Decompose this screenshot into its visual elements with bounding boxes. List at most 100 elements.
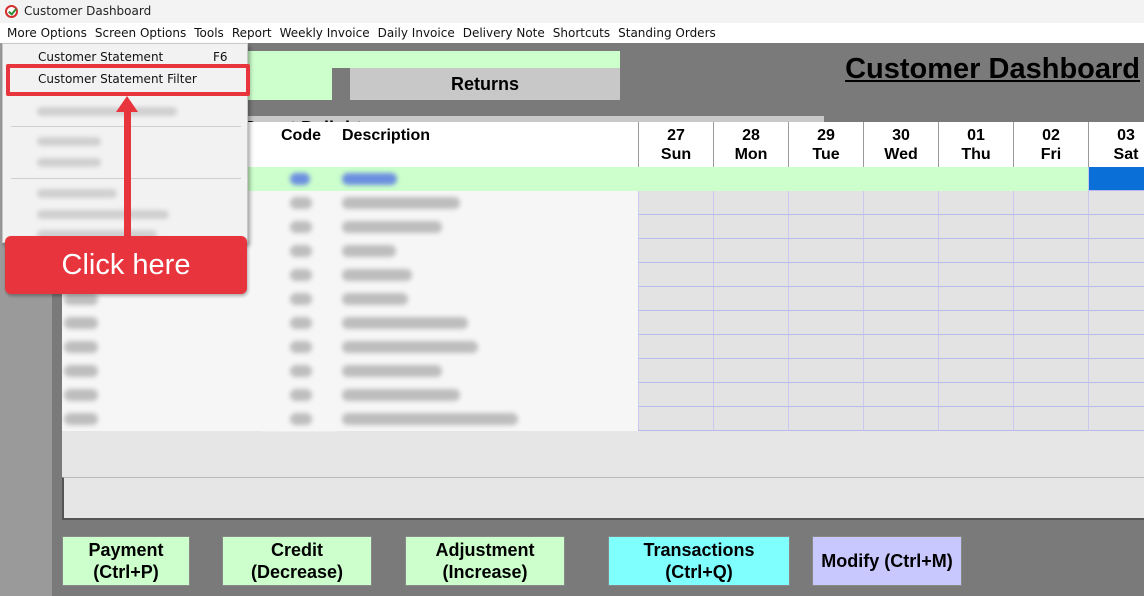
day-cell[interactable]	[1088, 263, 1144, 287]
day-cell[interactable]	[863, 359, 938, 383]
menu-standing-orders[interactable]: Standing Orders	[614, 26, 720, 40]
menu-tools[interactable]: Tools	[190, 26, 228, 40]
day-cell[interactable]	[1088, 239, 1144, 263]
table-row[interactable]	[62, 335, 638, 359]
table-row[interactable]	[62, 407, 638, 431]
day-cell[interactable]	[713, 191, 788, 215]
day-cell[interactable]	[1088, 383, 1144, 407]
adjustment-button[interactable]: Adjustment (Increase)	[405, 536, 565, 586]
day-cell[interactable]	[863, 215, 938, 239]
day-cell[interactable]	[1088, 287, 1144, 311]
day-cell[interactable]	[1013, 239, 1088, 263]
blurred-menu-item[interactable]	[37, 158, 101, 167]
day-cell[interactable]	[638, 167, 713, 191]
day-cell[interactable]	[788, 191, 863, 215]
day-cell[interactable]	[863, 263, 938, 287]
menu-shortcuts[interactable]: Shortcuts	[549, 26, 614, 40]
day-cell[interactable]	[713, 167, 788, 191]
day-cell[interactable]	[938, 287, 1013, 311]
day-cell[interactable]	[1013, 263, 1088, 287]
blurred-menu-item[interactable]	[37, 137, 101, 146]
blurred-menu-item[interactable]	[37, 189, 117, 198]
day-cell[interactable]	[863, 167, 938, 191]
table-row[interactable]	[62, 383, 638, 407]
day-cell[interactable]	[938, 239, 1013, 263]
day-cell[interactable]	[638, 191, 713, 215]
day-cell[interactable]	[938, 383, 1013, 407]
day-cell[interactable]	[1013, 287, 1088, 311]
day-cell[interactable]	[1013, 191, 1088, 215]
day-cell[interactable]	[938, 335, 1013, 359]
day-cell[interactable]	[638, 359, 713, 383]
day-cell[interactable]	[713, 359, 788, 383]
modify-button[interactable]: Modify (Ctrl+M)	[812, 536, 962, 586]
menu-more-options[interactable]: More Options	[3, 26, 91, 40]
day-cell[interactable]	[1088, 407, 1144, 431]
tab-returns[interactable]: Returns	[350, 68, 620, 100]
day-cell[interactable]	[863, 191, 938, 215]
blurred-menu-item[interactable]	[37, 210, 169, 219]
day-cell[interactable]	[938, 263, 1013, 287]
day-cell[interactable]	[638, 407, 713, 431]
day-cell[interactable]	[788, 263, 863, 287]
tab-orders[interactable]	[240, 68, 332, 100]
day-cell[interactable]	[1013, 215, 1088, 239]
day-cell[interactable]	[863, 407, 938, 431]
menu-report[interactable]: Report	[228, 26, 276, 40]
day-cell[interactable]	[638, 335, 713, 359]
day-cell[interactable]	[863, 239, 938, 263]
day-cell[interactable]	[1013, 383, 1088, 407]
menu-daily-invoice[interactable]: Daily Invoice	[374, 26, 459, 40]
day-cell[interactable]	[1088, 191, 1144, 215]
day-cell[interactable]	[788, 311, 863, 335]
day-cell[interactable]	[1013, 311, 1088, 335]
day-cell[interactable]	[788, 287, 863, 311]
table-row[interactable]	[62, 359, 638, 383]
day-cell[interactable]	[863, 287, 938, 311]
menu-screen-options[interactable]: Screen Options	[91, 26, 190, 40]
day-cell[interactable]	[938, 215, 1013, 239]
day-cell[interactable]	[713, 383, 788, 407]
day-cell[interactable]	[713, 407, 788, 431]
day-cell[interactable]	[938, 191, 1013, 215]
day-cell[interactable]	[863, 383, 938, 407]
day-cell[interactable]	[713, 335, 788, 359]
day-cell[interactable]	[713, 287, 788, 311]
day-cell[interactable]	[638, 263, 713, 287]
day-cell[interactable]	[938, 311, 1013, 335]
day-cell[interactable]	[638, 287, 713, 311]
blurred-menu-item[interactable]	[37, 107, 177, 116]
tab-orders-strip[interactable]	[240, 51, 620, 68]
customer-statement-item[interactable]: Customer Statement	[38, 50, 163, 64]
day-cell[interactable]	[788, 335, 863, 359]
day-cell[interactable]	[1088, 167, 1144, 191]
day-cell[interactable]	[713, 239, 788, 263]
day-cell[interactable]	[638, 215, 713, 239]
day-cell[interactable]	[938, 359, 1013, 383]
day-cell[interactable]	[713, 215, 788, 239]
day-cell[interactable]	[788, 407, 863, 431]
payment-button[interactable]: Payment (Ctrl+P)	[62, 536, 190, 586]
day-cell[interactable]	[788, 215, 863, 239]
menu-weekly-invoice[interactable]: Weekly Invoice	[276, 26, 374, 40]
day-cell[interactable]	[1013, 407, 1088, 431]
day-cell[interactable]	[638, 239, 713, 263]
day-cell[interactable]	[788, 167, 863, 191]
day-cell[interactable]	[938, 167, 1013, 191]
day-cell[interactable]	[788, 359, 863, 383]
day-cell[interactable]	[638, 383, 713, 407]
menu-delivery-note[interactable]: Delivery Note	[459, 26, 549, 40]
day-cell[interactable]	[1088, 335, 1144, 359]
day-cell[interactable]	[863, 335, 938, 359]
day-cell[interactable]	[713, 311, 788, 335]
day-cell[interactable]	[1088, 359, 1144, 383]
day-cell[interactable]	[1013, 359, 1088, 383]
day-cell[interactable]	[863, 311, 938, 335]
transactions-button[interactable]: Transactions (Ctrl+Q)	[608, 536, 790, 586]
day-cell[interactable]	[1088, 311, 1144, 335]
day-cell[interactable]	[938, 407, 1013, 431]
day-cell[interactable]	[788, 239, 863, 263]
day-cell[interactable]	[1013, 167, 1088, 191]
table-row[interactable]	[62, 311, 638, 335]
day-cell[interactable]	[788, 383, 863, 407]
